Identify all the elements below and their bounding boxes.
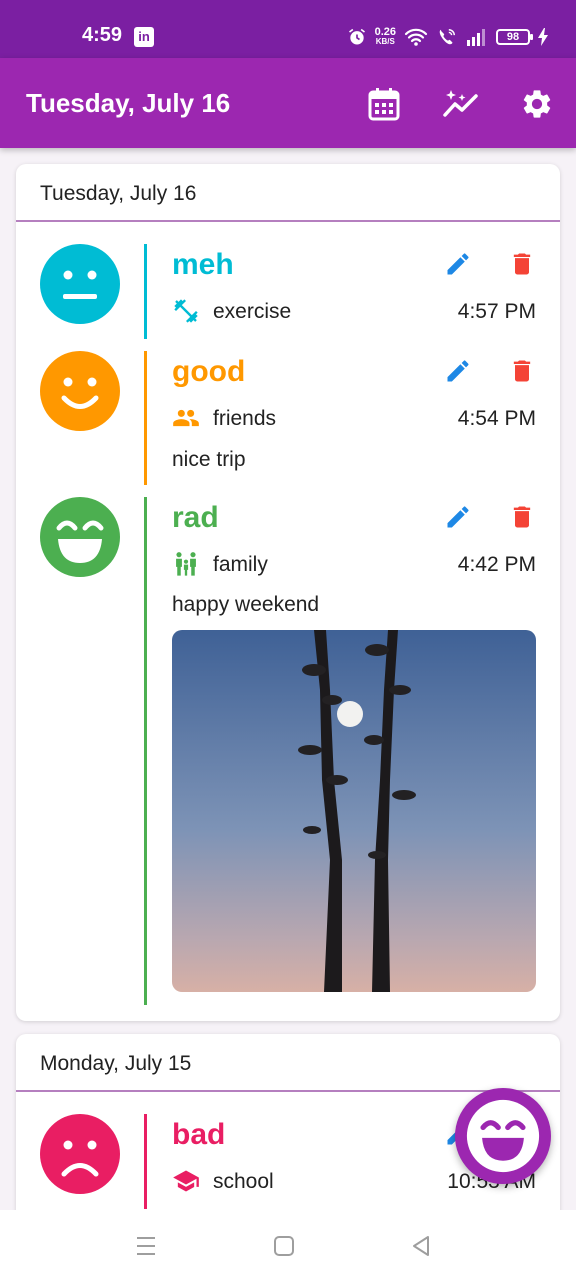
back-icon — [413, 1236, 429, 1256]
mood-label: bad — [172, 1118, 226, 1151]
edit-icon[interactable] — [444, 250, 472, 278]
edit-icon[interactable] — [444, 357, 472, 385]
status-bar: 4:59 in 0.26 KB/S 98 — [0, 0, 576, 58]
day-date: Tuesday, July 16 — [40, 182, 197, 205]
delete-icon[interactable] — [508, 250, 536, 278]
activity-label: exercise — [213, 300, 292, 323]
app-title: Tuesday, July 16 — [26, 88, 231, 118]
battery-indicator: 98 — [496, 29, 533, 45]
charging-icon — [538, 28, 548, 46]
alarm-icon — [348, 28, 365, 45]
network-speed-value: 0.26 — [374, 26, 396, 38]
insights-button[interactable] — [441, 84, 481, 124]
calendar-button[interactable] — [364, 84, 404, 124]
mood-label: meh — [172, 248, 234, 281]
delete-icon[interactable] — [508, 357, 536, 385]
family-icon — [172, 550, 200, 578]
calendar-icon — [368, 88, 400, 121]
entry-time: 4:54 PM — [457, 407, 536, 430]
delete-icon[interactable] — [508, 503, 536, 531]
school-icon — [172, 1167, 200, 1195]
entry-time: 4:42 PM — [457, 553, 536, 576]
entry-color-line — [144, 1114, 147, 1209]
menu-icon — [137, 1237, 155, 1255]
settings-icon — [523, 90, 551, 118]
status-icons: 0.26 KB/S 98 — [347, 24, 548, 50]
people-icon — [172, 404, 200, 432]
mood-entry[interactable]: meh exercise 4:57 PM — [16, 244, 560, 339]
day-date: Monday, July 15 — [40, 1052, 192, 1075]
activity-label: family — [213, 553, 268, 576]
wifi-icon — [404, 28, 428, 46]
linkedin-icon: in — [134, 27, 154, 47]
system-nav-bar — [0, 1210, 576, 1280]
mood-entry[interactable]: rad family 4:42 PM happy weekend — [16, 497, 560, 1005]
mood-label: good — [172, 355, 246, 388]
entry-time: 4:57 PM — [457, 300, 536, 323]
home-button[interactable] — [272, 1234, 296, 1258]
status-time: 4:59 — [82, 24, 123, 46]
home-icon — [274, 1236, 294, 1256]
signal-icon — [467, 29, 485, 46]
activity-label: school — [213, 1170, 274, 1193]
edit-icon[interactable] — [444, 503, 472, 531]
bad-face-icon — [40, 1114, 120, 1194]
entry-photo[interactable] — [172, 630, 536, 992]
day-divider — [16, 1090, 560, 1092]
entry-color-line — [144, 497, 147, 1005]
mood-entry[interactable]: good friends 4:54 PM nice trip — [16, 351, 560, 485]
entry-color-line — [144, 244, 147, 339]
dumbbell-icon — [172, 297, 200, 325]
day-divider — [16, 220, 560, 222]
add-mood-button[interactable] — [455, 1088, 551, 1184]
good-face-icon — [40, 351, 120, 431]
app-bar: Tuesday, July 16 — [0, 58, 576, 148]
wifi-calling-icon — [439, 29, 455, 45]
menu-button[interactable] — [134, 1234, 158, 1258]
entry-color-line — [144, 351, 147, 485]
activity-label: friends — [213, 407, 277, 430]
day-card: Tuesday, July 16 meh exercise 4:57 PM go… — [16, 164, 560, 1021]
entry-note: nice trip — [172, 448, 246, 471]
network-speed: 0.26 KB/S — [375, 27, 396, 47]
rad-face-icon — [466, 1099, 540, 1173]
settings-button[interactable] — [517, 84, 557, 124]
insights-icon — [443, 90, 478, 117]
network-speed-unit: KB/S — [375, 37, 395, 46]
meh-face-icon — [40, 244, 120, 324]
rad-face-icon — [40, 497, 120, 577]
entry-note: happy weekend — [172, 593, 320, 616]
mood-label: rad — [172, 501, 219, 534]
back-button[interactable] — [409, 1234, 433, 1258]
